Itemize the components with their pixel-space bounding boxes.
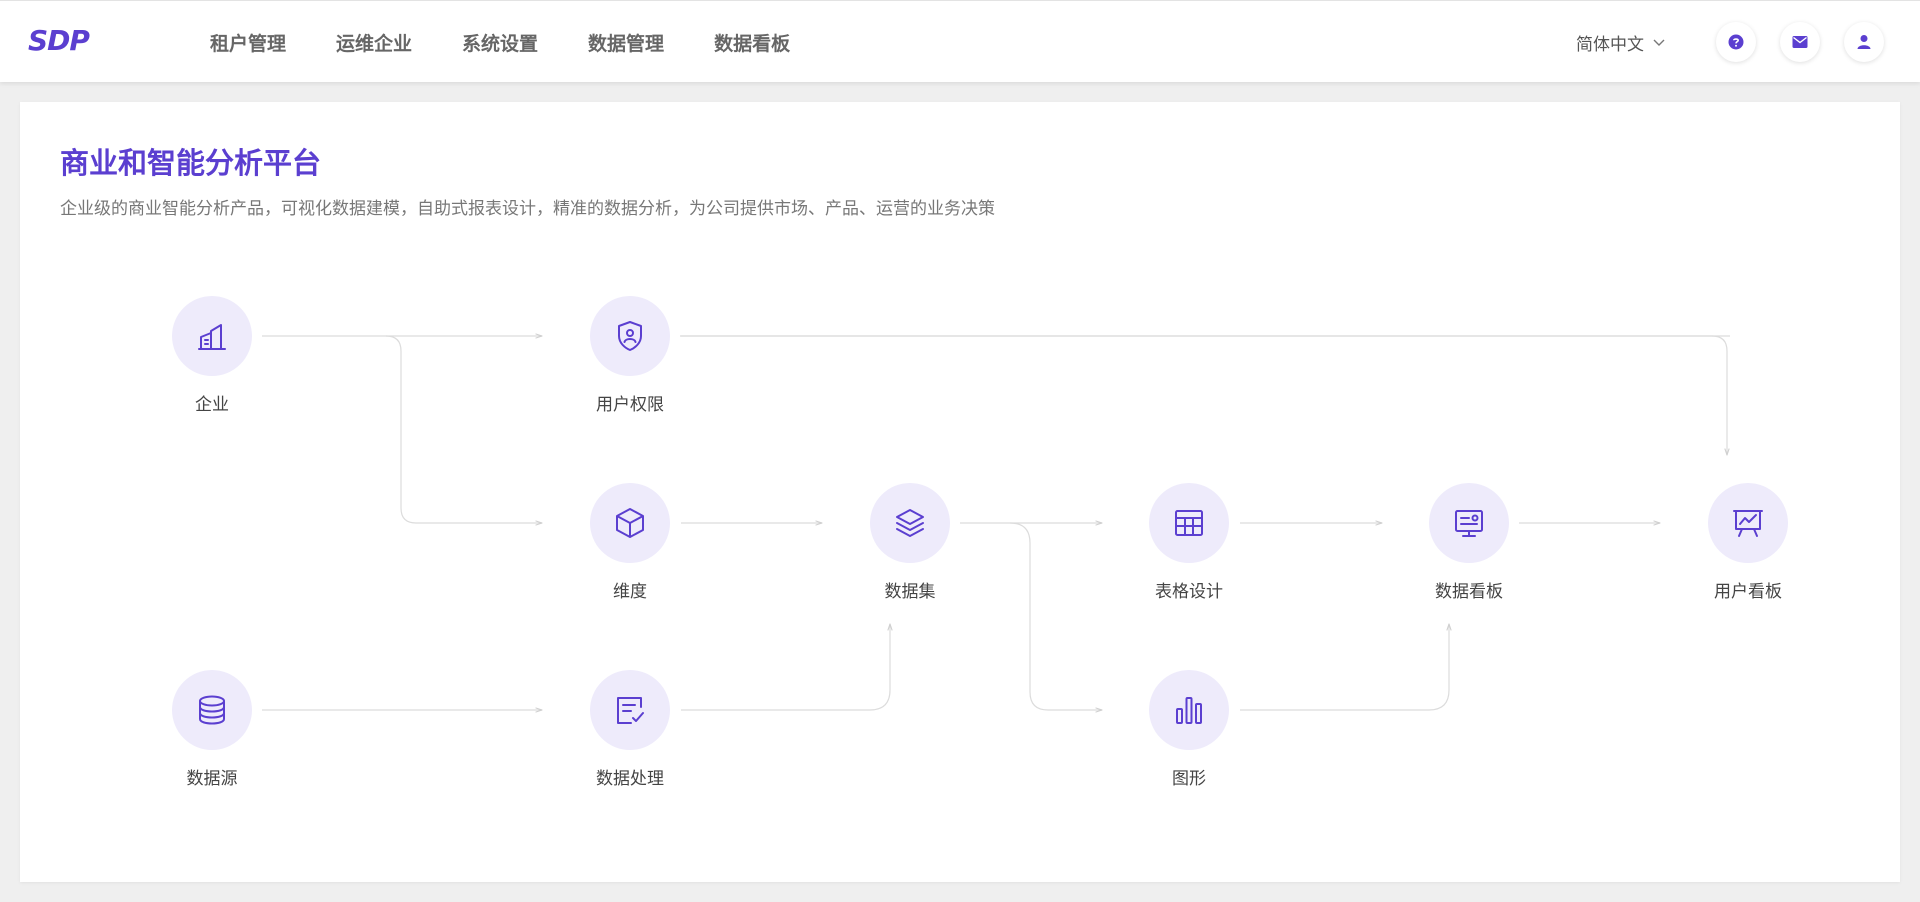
- node-label: 图形: [1172, 769, 1206, 789]
- table-icon: [1175, 510, 1203, 536]
- shield-user-icon: [618, 321, 642, 351]
- flow-node-dataset[interactable]: 数据集: [830, 483, 990, 602]
- node-label: 企业: [195, 395, 229, 415]
- node-label: 用户看板: [1714, 582, 1782, 602]
- node-label: 数据集: [884, 582, 936, 602]
- flow-node-user-board[interactable]: 用户看板: [1668, 483, 1828, 602]
- question-circle-icon: [1728, 34, 1744, 50]
- mail-button[interactable]: [1780, 22, 1820, 62]
- sdp-logo[interactable]: SDP: [28, 24, 108, 59]
- node-circle: [590, 670, 670, 750]
- node-circle: [590, 483, 670, 563]
- flow-node-enterprise[interactable]: 企业: [132, 296, 292, 415]
- flow-node-data-processing[interactable]: 数据处理: [550, 670, 710, 789]
- mail-icon: [1792, 36, 1808, 48]
- node-label: 维度: [613, 582, 647, 602]
- node-circle: [172, 670, 252, 750]
- flow-node-graph[interactable]: 图形: [1109, 670, 1269, 789]
- nav-item-tenant-management[interactable]: 租户管理: [210, 29, 286, 56]
- node-circle: [590, 296, 670, 376]
- help-button[interactable]: [1716, 22, 1756, 62]
- node-circle: [1149, 483, 1229, 563]
- connector-dataset-graph: [1009, 522, 1102, 710]
- node-label: 数据看板: [1435, 582, 1503, 602]
- node-circle: [1429, 483, 1509, 563]
- node-label: 数据源: [186, 769, 238, 789]
- node-circle: [1149, 670, 1229, 750]
- flow-node-dimension[interactable]: 维度: [550, 483, 710, 602]
- node-circle: [172, 296, 252, 376]
- flow-node-table-design[interactable]: 表格设计: [1109, 483, 1269, 602]
- node-label: 表格设计: [1155, 582, 1223, 602]
- cube-icon: [616, 508, 644, 538]
- building-icon: [198, 324, 226, 350]
- presentation-chart-icon: [1733, 510, 1763, 537]
- user-button[interactable]: [1844, 22, 1884, 62]
- connector-graph-board: [1240, 624, 1449, 711]
- monitor-icon: [1455, 510, 1483, 537]
- flow-node-data-board[interactable]: 数据看板: [1389, 483, 1549, 602]
- flow-node-user-permission[interactable]: 用户权限: [550, 296, 710, 415]
- node-circle: [870, 483, 950, 563]
- main-card: 商业和智能分析平台 企业级的商业智能分析产品，可视化数据建模，自助式报表设计，精…: [20, 102, 1900, 882]
- user-icon: [1857, 35, 1871, 49]
- node-label: 数据处理: [596, 769, 664, 789]
- main-nav: 租户管理 运维企业 系统设置 数据管理 数据看板: [210, 1, 840, 83]
- node-label: 用户权限: [596, 395, 664, 415]
- top-navbar: SDP 租户管理 运维企业 系统设置 数据管理 数据看板 简体中文: [0, 0, 1920, 82]
- nav-item-operations-enterprise[interactable]: 运维企业: [336, 29, 412, 56]
- bar-chart-icon: [1176, 697, 1202, 724]
- nav-item-data-dashboard[interactable]: 数据看板: [714, 29, 790, 56]
- logo-text: SDP: [28, 25, 90, 55]
- language-label: 简体中文: [1576, 34, 1644, 55]
- header-tools: 简体中文: [1576, 1, 1884, 83]
- language-select[interactable]: 简体中文: [1576, 30, 1666, 55]
- flow-node-data-source[interactable]: 数据源: [132, 670, 292, 789]
- edit-check-icon: [617, 697, 644, 724]
- node-circle: [1708, 483, 1788, 563]
- chevron-down-icon: [1653, 39, 1665, 46]
- connector-processing-dataset: [681, 624, 890, 711]
- connector-enterprise-dimension: [385, 335, 542, 523]
- database-icon: [199, 695, 225, 725]
- layers-icon: [896, 509, 924, 537]
- nav-item-system-settings[interactable]: 系统设置: [462, 29, 538, 56]
- nav-item-data-management[interactable]: 数据管理: [588, 29, 664, 56]
